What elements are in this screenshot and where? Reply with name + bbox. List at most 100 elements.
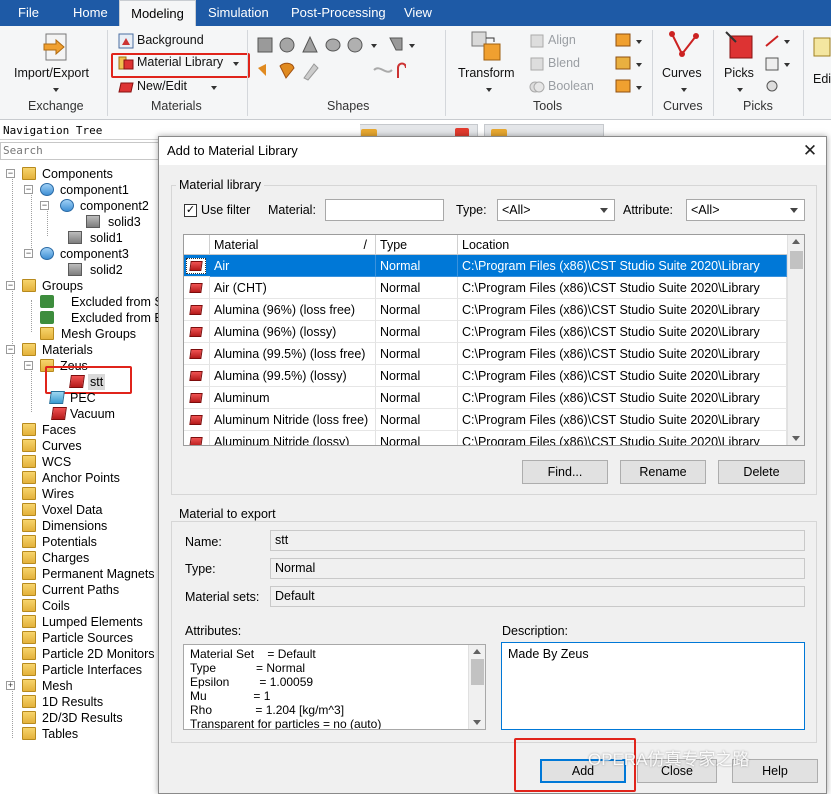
scroll-up-icon[interactable] xyxy=(792,239,800,244)
import-export-button[interactable]: Import/Export xyxy=(8,30,104,96)
tree-item-component2[interactable]: − component2 xyxy=(40,198,160,214)
tree-item-dimensions[interactable]: Dimensions xyxy=(22,518,160,534)
tree-item-excluded-b[interactable]: Excluded from B xyxy=(40,310,163,326)
table-row[interactable]: Aluminum Nitride (loss free) Normal C:\P… xyxy=(184,409,787,431)
curves-button[interactable]: Curves xyxy=(658,30,710,96)
type-filter-select[interactable]: <All> xyxy=(497,199,615,221)
tree-item-solid2[interactable]: solid2 xyxy=(68,262,160,278)
tree-item-particle-sources[interactable]: Particle Sources xyxy=(22,630,160,646)
collapse-icon[interactable]: − xyxy=(24,185,33,194)
table-row[interactable]: Aluminum Normal C:\Program Files (x86)\C… xyxy=(184,387,787,409)
column-header-type[interactable]: Type xyxy=(376,235,458,255)
table-row[interactable]: Air (CHT) Normal C:\Program Files (x86)\… xyxy=(184,277,787,299)
table-row[interactable]: Alumina (96%) (lossy) Normal C:\Program … xyxy=(184,321,787,343)
attributes-textarea[interactable]: Material Set = Default Type = Normal Eps… xyxy=(183,644,486,730)
tree-item-wcs[interactable]: WCS xyxy=(22,454,160,470)
tree-item-coils[interactable]: Coils xyxy=(22,598,160,614)
tree-item-2d-3d-results[interactable]: 2D/3D Results xyxy=(22,710,160,726)
scroll-down-icon[interactable] xyxy=(792,436,800,441)
table-row[interactable]: Alumina (96%) (loss free) Normal C:\Prog… xyxy=(184,299,787,321)
blend-button[interactable]: Blend xyxy=(527,55,607,73)
tree-item-particle-2d-monitors[interactable]: Particle 2D Monitors xyxy=(22,646,160,662)
material-filter-input[interactable] xyxy=(325,199,444,221)
table-row[interactable]: Aluminum Nitride (lossy) Normal C:\Progr… xyxy=(184,431,787,445)
tree-item-wires[interactable]: Wires xyxy=(22,486,160,502)
tree-item-components[interactable]: − Components xyxy=(6,166,160,182)
tree-item-voxel-data[interactable]: Voxel Data xyxy=(22,502,160,518)
cell-material: Air (CHT) xyxy=(210,277,376,299)
tree-item-charges[interactable]: Charges xyxy=(22,550,160,566)
expand-icon[interactable]: + xyxy=(6,681,15,690)
tree-item-solid1[interactable]: solid1 xyxy=(68,230,160,246)
tree-item-anchor-points[interactable]: Anchor Points xyxy=(22,470,160,486)
table-row[interactable]: Air Normal C:\Program Files (x86)\CST St… xyxy=(184,255,787,277)
tree-item-pec[interactable]: PEC xyxy=(49,390,160,406)
material-icon xyxy=(189,305,203,315)
menu-file[interactable]: File xyxy=(10,0,47,26)
tree-item-solid3[interactable]: solid3 xyxy=(86,214,160,230)
collapse-icon[interactable]: − xyxy=(40,201,49,210)
close-icon[interactable]: ✕ xyxy=(800,141,820,161)
attributes-scrollbar[interactable] xyxy=(468,645,485,729)
scroll-down-icon[interactable] xyxy=(473,720,481,725)
menu-view[interactable]: View xyxy=(396,0,440,26)
delete-button[interactable]: Delete xyxy=(718,460,805,484)
menu-home[interactable]: Home xyxy=(65,0,116,26)
group-icon xyxy=(40,295,54,308)
tree-item-potentials[interactable]: Potentials xyxy=(22,534,160,550)
menu-modeling[interactable]: Modeling xyxy=(119,0,196,26)
transform-button[interactable]: Transform xyxy=(456,30,522,96)
tree-item-mesh-groups[interactable]: Mesh Groups xyxy=(40,326,160,342)
tree-item-1d-results[interactable]: 1D Results xyxy=(22,694,160,710)
tree-item-faces[interactable]: Faces xyxy=(22,422,160,438)
shapes-icons[interactable] xyxy=(256,34,406,94)
scroll-up-icon[interactable] xyxy=(473,649,481,654)
tree-item-materials[interactable]: − Materials xyxy=(6,342,160,358)
description-textarea[interactable]: Made By Zeus xyxy=(501,642,805,730)
tree-label: Lumped Elements xyxy=(42,615,143,629)
collapse-icon[interactable]: − xyxy=(6,345,15,354)
table-row[interactable]: Alumina (99.5%) (loss free) Normal C:\Pr… xyxy=(184,343,787,365)
menu-simulation[interactable]: Simulation xyxy=(200,0,277,26)
background-button[interactable]: Background xyxy=(116,32,226,50)
menu-post-processing[interactable]: Post-Processing xyxy=(283,0,394,26)
attribute-filter-label: Attribute: xyxy=(623,203,674,217)
tree-item-tables[interactable]: Tables xyxy=(22,726,160,742)
collapse-icon[interactable]: − xyxy=(24,361,33,370)
tree-item-curves[interactable]: Curves xyxy=(22,438,160,454)
collapse-icon[interactable]: − xyxy=(24,249,33,258)
search-input[interactable]: Search xyxy=(0,142,160,160)
column-header-material[interactable]: Material / xyxy=(210,235,376,255)
tree-item-lumped-elements[interactable]: Lumped Elements xyxy=(22,614,160,630)
picks-button[interactable]: Picks xyxy=(718,30,762,96)
scrollbar-thumb[interactable] xyxy=(471,659,484,685)
material-table[interactable]: Material / Type Location Air Normal C:\P… xyxy=(183,234,805,446)
tree-item-vacuum[interactable]: Vacuum xyxy=(50,406,160,422)
menu-bar: File Home Modeling Simulation Post-Proce… xyxy=(0,0,831,26)
tree-item-component1[interactable]: − component1 xyxy=(24,182,160,198)
tree-item-particle-interfaces[interactable]: Particle Interfaces xyxy=(22,662,160,678)
collapse-icon[interactable]: − xyxy=(6,281,15,290)
align-button[interactable]: Align xyxy=(527,32,607,50)
tree-item-mesh[interactable]: + Mesh xyxy=(6,678,160,694)
table-row[interactable]: Alumina (99.5%) (lossy) Normal C:\Progra… xyxy=(184,365,787,387)
column-header-location[interactable]: Location xyxy=(458,235,788,255)
rename-button[interactable]: Rename xyxy=(620,460,706,484)
tree-item-groups[interactable]: − Groups xyxy=(6,278,160,294)
attribute-filter-select[interactable]: <All> xyxy=(686,199,805,221)
tree-item-permanent-magnets[interactable]: Permanent Magnets xyxy=(22,566,160,582)
table-scrollbar[interactable] xyxy=(787,235,804,445)
scrollbar-thumb[interactable] xyxy=(790,251,803,269)
new-edit-button[interactable]: New/Edit xyxy=(116,78,226,96)
tree-item-current-paths[interactable]: Current Paths xyxy=(22,582,160,598)
description-label: Description: xyxy=(502,624,568,638)
find-button[interactable]: Find... xyxy=(522,460,608,484)
tree-item-component3[interactable]: − component3 xyxy=(24,246,160,262)
tree-label: Particle 2D Monitors xyxy=(42,647,155,661)
collapse-icon[interactable]: − xyxy=(6,169,15,178)
edit-icon[interactable] xyxy=(812,36,831,60)
tree-item-excluded-s[interactable]: Excluded from S xyxy=(40,294,163,310)
boolean-button[interactable]: Boolean xyxy=(527,78,607,96)
divider xyxy=(652,30,653,116)
use-filter-checkbox[interactable]: ✓ xyxy=(184,204,197,217)
